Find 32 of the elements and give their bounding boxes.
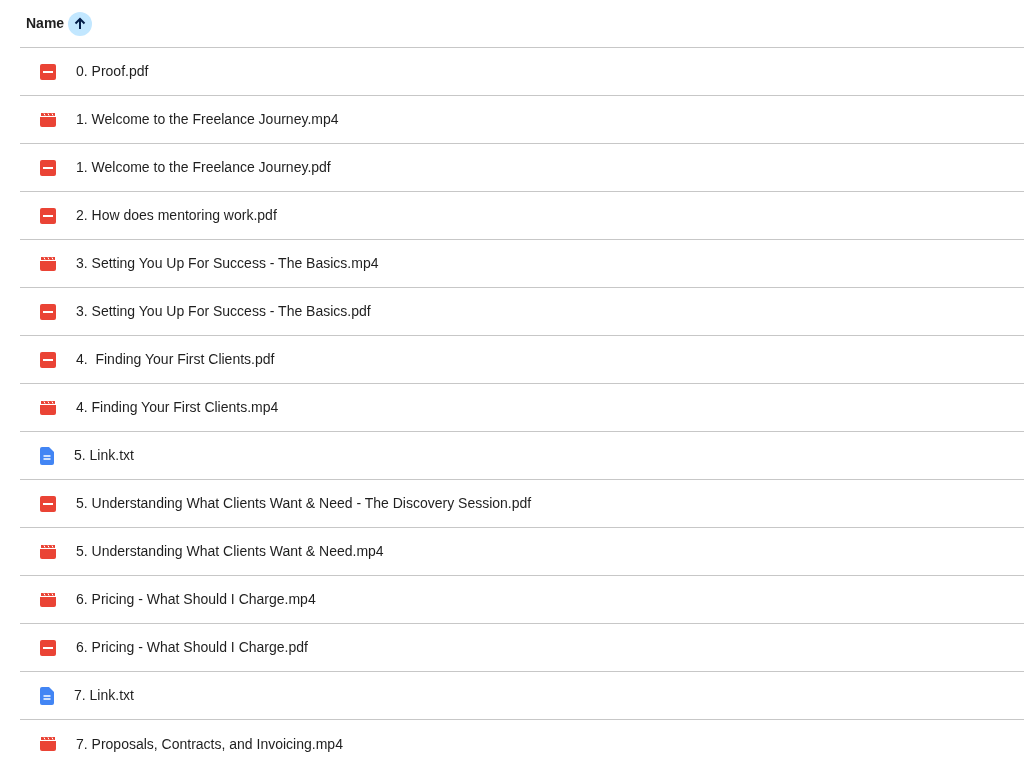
file-row[interactable]: 4. Finding Your First Clients.mp4: [20, 384, 1024, 432]
file-row[interactable]: 2. How does mentoring work.pdf: [20, 192, 1024, 240]
file-row[interactable]: 1. Welcome to the Freelance Journey.mp4: [20, 96, 1024, 144]
file-row[interactable]: 5. Link.txt: [20, 432, 1024, 480]
file-row[interactable]: 5. Understanding What Clients Want & Need.mp4: [20, 528, 1024, 576]
file-row[interactable]: 6. Pricing - What Should I Charge.pdf: [20, 624, 1024, 672]
file-name: 5. Understanding What Clients Want & Need - The Discovery Session.pdf: [76, 494, 532, 513]
file-name: 6. Pricing - What Should I Charge.pdf: [76, 638, 308, 657]
file-name: 6. Pricing - What Should I Charge.mp4: [76, 590, 316, 609]
file-name: 1. Welcome to the Freelance Journey.mp4: [76, 110, 339, 129]
file-row[interactable]: 5. Understanding What Clients Want & Need - The Discovery Session.pdf: [20, 480, 1024, 528]
file-name: 5. Understanding What Clients Want & Need.mp4: [76, 542, 384, 561]
file-name: 2. How does mentoring work.pdf: [76, 206, 277, 225]
file-name: 7. Proposals, Contracts, and Invoicing.mp4: [76, 734, 343, 754]
file-name: 4. Finding Your First Clients.pdf: [76, 350, 275, 369]
file-row[interactable]: 3. Setting You Up For Success - The Basics.mp4: [20, 240, 1024, 288]
file-row[interactable]: 7. Link.txt: [20, 672, 1024, 720]
file-row[interactable]: 7. Proposals, Contracts, and Invoicing.mp4: [20, 720, 1024, 768]
file-name: 3. Setting You Up For Success - The Basics.mp4: [76, 254, 379, 273]
file-name: 3. Setting You Up For Success - The Basics.pdf: [76, 302, 371, 321]
file-row[interactable]: 6. Pricing - What Should I Charge.mp4: [20, 576, 1024, 624]
file-name: 0. Proof.pdf: [76, 62, 149, 81]
file-row[interactable]: 0. Proof.pdf: [20, 48, 1024, 96]
file-row[interactable]: 4. Finding Your First Clients.pdf: [20, 336, 1024, 384]
file-name: 5. Link.txt: [74, 446, 134, 465]
file-row[interactable]: 3. Setting You Up For Success - The Basics.pdf: [20, 288, 1024, 336]
file-name: 4. Finding Your First Clients.mp4: [76, 398, 279, 417]
file-name: 1. Welcome to the Freelance Journey.pdf: [76, 158, 331, 177]
column-header[interactable]: Name: [26, 13, 65, 34]
file-name: 7. Link.txt: [74, 686, 134, 705]
file-row[interactable]: 1. Welcome to the Freelance Journey.pdf: [20, 144, 1024, 192]
sort-button[interactable]: [68, 11, 93, 36]
